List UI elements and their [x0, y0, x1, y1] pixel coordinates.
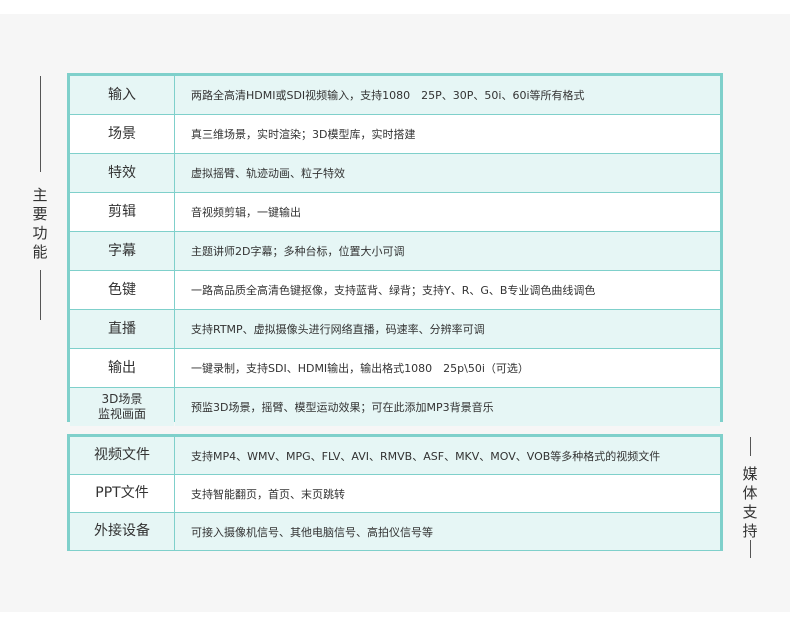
table-row: 外接设备 可接入摄像机信号、其他电脑信号、高拍仪信号等 — [70, 513, 720, 550]
main-features-table: 输入 两路全高清HDMI或SDI视频输入，支持1080 25P、30P、50i、… — [67, 73, 723, 426]
row-label: 3D场景 监视画面 — [70, 388, 174, 426]
row-value: 真三维场景，实时渲染；3D模型库，实时搭建 — [175, 115, 720, 153]
row-label: 色键 — [70, 271, 174, 309]
side-label-main: 主要功能 — [32, 186, 48, 261]
row-label: 视频文件 — [70, 437, 174, 474]
row-value: 虚拟摇臂、轨迹动画、粒子特效 — [175, 154, 720, 192]
side-line-right-top — [750, 437, 751, 456]
row-value: 主题讲师2D字幕；多种台标，位置大小可调 — [175, 232, 720, 270]
media-support-table: 视频文件 支持MP4、WMV、MPG、FLV、AVI、RMVB、ASF、MKV、… — [67, 434, 723, 551]
row-value: 支持智能翻页，首页、末页跳转 — [175, 475, 720, 512]
row-value: 一路高品质全高清色键抠像，支持蓝背、绿背；支持Y、R、G、B专业调色曲线调色 — [175, 271, 720, 309]
row-value: 可接入摄像机信号、其他电脑信号、高拍仪信号等 — [175, 513, 720, 550]
row-label: PPT文件 — [70, 475, 174, 512]
table-row: 色键 一路高品质全高清色键抠像，支持蓝背、绿背；支持Y、R、G、B专业调色曲线调… — [70, 271, 720, 309]
row-label: 外接设备 — [70, 513, 174, 550]
table-row: 视频文件 支持MP4、WMV、MPG、FLV、AVI、RMVB、ASF、MKV、… — [70, 437, 720, 474]
row-value: 两路全高清HDMI或SDI视频输入，支持1080 25P、30P、50i、60i… — [175, 76, 720, 114]
side-label-media: 媒体支持 — [742, 465, 758, 540]
row-label-line2: 监视画面 — [97, 407, 146, 421]
table-row: 直播 支持RTMP、虚拟摄像头进行网络直播，码速率、分辨率可调 — [70, 310, 720, 348]
side-line-right-bottom — [750, 540, 751, 558]
side-line-top — [40, 76, 41, 172]
table-row: 输出 一键录制，支持SDI、HDMI输出，输出格式1080 25p\50i（可选… — [70, 349, 720, 387]
row-label: 字幕 — [70, 232, 174, 270]
table-row: 剪辑 音视频剪辑，一键输出 — [70, 193, 720, 231]
row-label: 输出 — [70, 349, 174, 387]
row-value: 预监3D场景，摇臂、模型运动效果；可在此添加MP3背景音乐 — [175, 388, 720, 426]
row-value: 支持MP4、WMV、MPG、FLV、AVI、RMVB、ASF、MKV、MOV、V… — [175, 437, 720, 474]
row-label: 输入 — [70, 76, 174, 114]
row-label: 直播 — [70, 310, 174, 348]
row-label-line1: 3D场景 — [101, 392, 143, 406]
row-value: 一键录制，支持SDI、HDMI输出，输出格式1080 25p\50i（可选） — [175, 349, 720, 387]
table-row: 特效 虚拟摇臂、轨迹动画、粒子特效 — [70, 154, 720, 192]
table-row: 场景 真三维场景，实时渲染；3D模型库，实时搭建 — [70, 115, 720, 153]
row-value: 支持RTMP、虚拟摄像头进行网络直播，码速率、分辨率可调 — [175, 310, 720, 348]
row-label: 场景 — [70, 115, 174, 153]
table-row: 字幕 主题讲师2D字幕；多种台标，位置大小可调 — [70, 232, 720, 270]
side-line-bottom — [40, 270, 41, 320]
table-row: PPT文件 支持智能翻页，首页、末页跳转 — [70, 475, 720, 512]
row-value: 音视频剪辑，一键输出 — [175, 193, 720, 231]
row-label: 特效 — [70, 154, 174, 192]
table-row: 3D场景 监视画面 预监3D场景，摇臂、模型运动效果；可在此添加MP3背景音乐 — [70, 388, 720, 426]
row-label: 剪辑 — [70, 193, 174, 231]
table-row: 输入 两路全高清HDMI或SDI视频输入，支持1080 25P、30P、50i、… — [70, 76, 720, 114]
